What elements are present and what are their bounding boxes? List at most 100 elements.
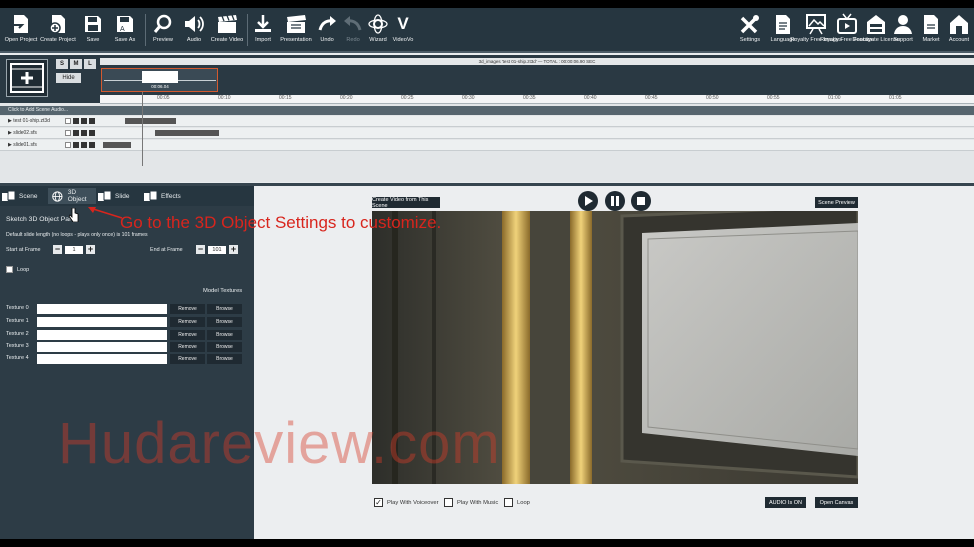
track-row[interactable]: ▶ slide01.sfs	[0, 140, 974, 151]
save-as-button[interactable]: A Save As	[110, 11, 140, 51]
tab-3d-object[interactable]: 3D Object	[48, 188, 96, 204]
end-frame-increment[interactable]: +	[229, 245, 238, 254]
track-visibility-toggle[interactable]	[65, 130, 71, 136]
audio-toggle-button[interactable]: AUDIO Is ON	[765, 497, 806, 508]
scene-thumbnail[interactable]: 00:06.04	[101, 68, 218, 92]
remove-texture-button[interactable]: Remove	[170, 317, 205, 327]
start-frame-input[interactable]: 1	[65, 245, 83, 254]
videovo-button[interactable]: V VideoVo	[392, 11, 414, 51]
track-row[interactable]: ▶ test 01-ship.zt3d	[0, 116, 974, 127]
track-row[interactable]: ▶ slide02.sfs	[0, 128, 974, 139]
undo-button[interactable]: Undo	[315, 11, 339, 51]
add-scene-button[interactable]	[6, 59, 48, 97]
texture-path-field[interactable]	[37, 304, 167, 314]
start-frame-decrement[interactable]: −	[53, 245, 62, 254]
track-clip[interactable]	[155, 130, 219, 136]
open-canvas-button[interactable]: Open Canvas	[815, 497, 858, 508]
preview-button[interactable]: Preview	[149, 11, 177, 51]
app-window: Open Project Create Project Save A Save …	[0, 8, 974, 539]
size-large-button[interactable]: L	[84, 59, 96, 69]
start-frame-increment[interactable]: +	[86, 245, 95, 254]
end-frame-input[interactable]: 101	[208, 245, 226, 254]
tab-effects[interactable]: Effects	[144, 188, 192, 204]
browse-texture-button[interactable]: Browse	[207, 330, 242, 340]
remove-texture-button[interactable]: Remove	[170, 304, 205, 314]
tab-slide[interactable]: Slide	[98, 188, 138, 204]
stop-button[interactable]	[631, 191, 651, 211]
save-button[interactable]: Save	[80, 11, 106, 51]
royalty-free-images-button[interactable]: Royalty Free Images	[790, 11, 842, 51]
texture-path-field[interactable]	[37, 342, 167, 352]
texture-label: Texture 3	[6, 343, 29, 349]
language-button[interactable]: Language	[770, 11, 796, 51]
lock-icon[interactable]	[73, 130, 79, 136]
account-button[interactable]: Account	[946, 11, 972, 51]
settings-button[interactable]: Settings	[737, 11, 763, 51]
play-with-music-checkbox[interactable]	[444, 498, 453, 507]
deactivate-license-button[interactable]: Deactivate License	[852, 11, 900, 51]
lock-icon[interactable]	[73, 142, 79, 148]
tab-scene[interactable]: Scene	[2, 188, 44, 204]
timeline-tracks: Click to Add Scene Audio... ▶ test 01-sh…	[0, 92, 974, 176]
create-project-button[interactable]: Create Project	[40, 11, 76, 51]
track-name: ▶ slide02.sfs	[8, 130, 37, 136]
timeline-ruler[interactable]: 00:05 00:10 00:15 00:20 00:25 00:30 00:3…	[100, 95, 974, 104]
audio-button[interactable]: Audio	[181, 11, 207, 51]
royalty-free-footage-button[interactable]: Royalty Free Footage	[820, 11, 874, 51]
main-toolbar: Open Project Create Project Save A Save …	[0, 8, 974, 53]
end-frame-decrement[interactable]: −	[196, 245, 205, 254]
play-with-voiceover-option[interactable]: ✓ Play With Voiceover	[374, 498, 439, 507]
delete-icon[interactable]	[89, 118, 95, 124]
create-video-from-scene-button[interactable]: Create Video from This Scene	[372, 197, 440, 209]
royalty-free-footage-icon	[834, 11, 860, 37]
lock-icon[interactable]	[73, 118, 79, 124]
browse-texture-button[interactable]: Browse	[207, 354, 242, 364]
loop-preview-checkbox[interactable]	[504, 498, 513, 507]
playhead[interactable]	[142, 92, 143, 166]
delete-icon[interactable]	[89, 142, 95, 148]
loop-checkbox[interactable]	[6, 266, 13, 273]
play-with-voiceover-checkbox[interactable]: ✓	[374, 498, 383, 507]
track-clip[interactable]	[125, 118, 176, 124]
remove-texture-button[interactable]: Remove	[170, 330, 205, 340]
texture-path-field[interactable]	[37, 330, 167, 340]
track-visibility-toggle[interactable]	[65, 142, 71, 148]
texture-path-field[interactable]	[37, 317, 167, 327]
track-clip[interactable]	[103, 142, 131, 148]
delete-icon[interactable]	[89, 130, 95, 136]
presentation-button[interactable]: Presentation	[279, 11, 313, 51]
pause-button[interactable]	[605, 191, 625, 211]
add-scene-audio-row[interactable]: Click to Add Scene Audio...	[0, 106, 974, 115]
menu-icon[interactable]	[81, 130, 87, 136]
scene-preview-button[interactable]: Scene Preview	[815, 197, 858, 208]
settings-icon	[737, 11, 763, 37]
size-small-button[interactable]: S	[56, 59, 68, 69]
play-button[interactable]	[578, 191, 598, 211]
import-button[interactable]: Import	[250, 11, 276, 51]
track-visibility-toggle[interactable]	[65, 118, 71, 124]
stop-icon	[637, 197, 645, 205]
browse-texture-button[interactable]: Browse	[207, 304, 242, 314]
open-project-button[interactable]: Open Project	[4, 11, 38, 51]
menu-icon[interactable]	[81, 142, 87, 148]
timeline-panel: S M L Hide 3d_images 'test 01-ship.zt3d'…	[0, 55, 974, 182]
hide-button[interactable]: Hide	[56, 73, 81, 83]
videovo-icon: V	[397, 14, 409, 33]
browse-texture-button[interactable]: Browse	[207, 342, 242, 352]
play-with-music-option[interactable]: Play With Music	[444, 498, 498, 507]
create-video-icon	[214, 11, 240, 37]
remove-texture-button[interactable]: Remove	[170, 342, 205, 352]
support-button[interactable]: Support	[891, 11, 915, 51]
ruler-tick: 00:30	[462, 95, 475, 101]
create-video-button[interactable]: Create Video	[211, 11, 243, 51]
create-project-icon	[45, 11, 71, 37]
loop-option[interactable]: Loop	[504, 498, 530, 507]
remove-texture-button[interactable]: Remove	[170, 354, 205, 364]
browse-texture-button[interactable]: Browse	[207, 317, 242, 327]
menu-icon[interactable]	[81, 118, 87, 124]
market-button[interactable]: Market	[919, 11, 943, 51]
size-medium-button[interactable]: M	[70, 59, 82, 69]
texture-path-field[interactable]	[37, 354, 167, 364]
wizard-button[interactable]: Wizard	[366, 11, 390, 51]
redo-button[interactable]: Redo	[341, 11, 365, 51]
